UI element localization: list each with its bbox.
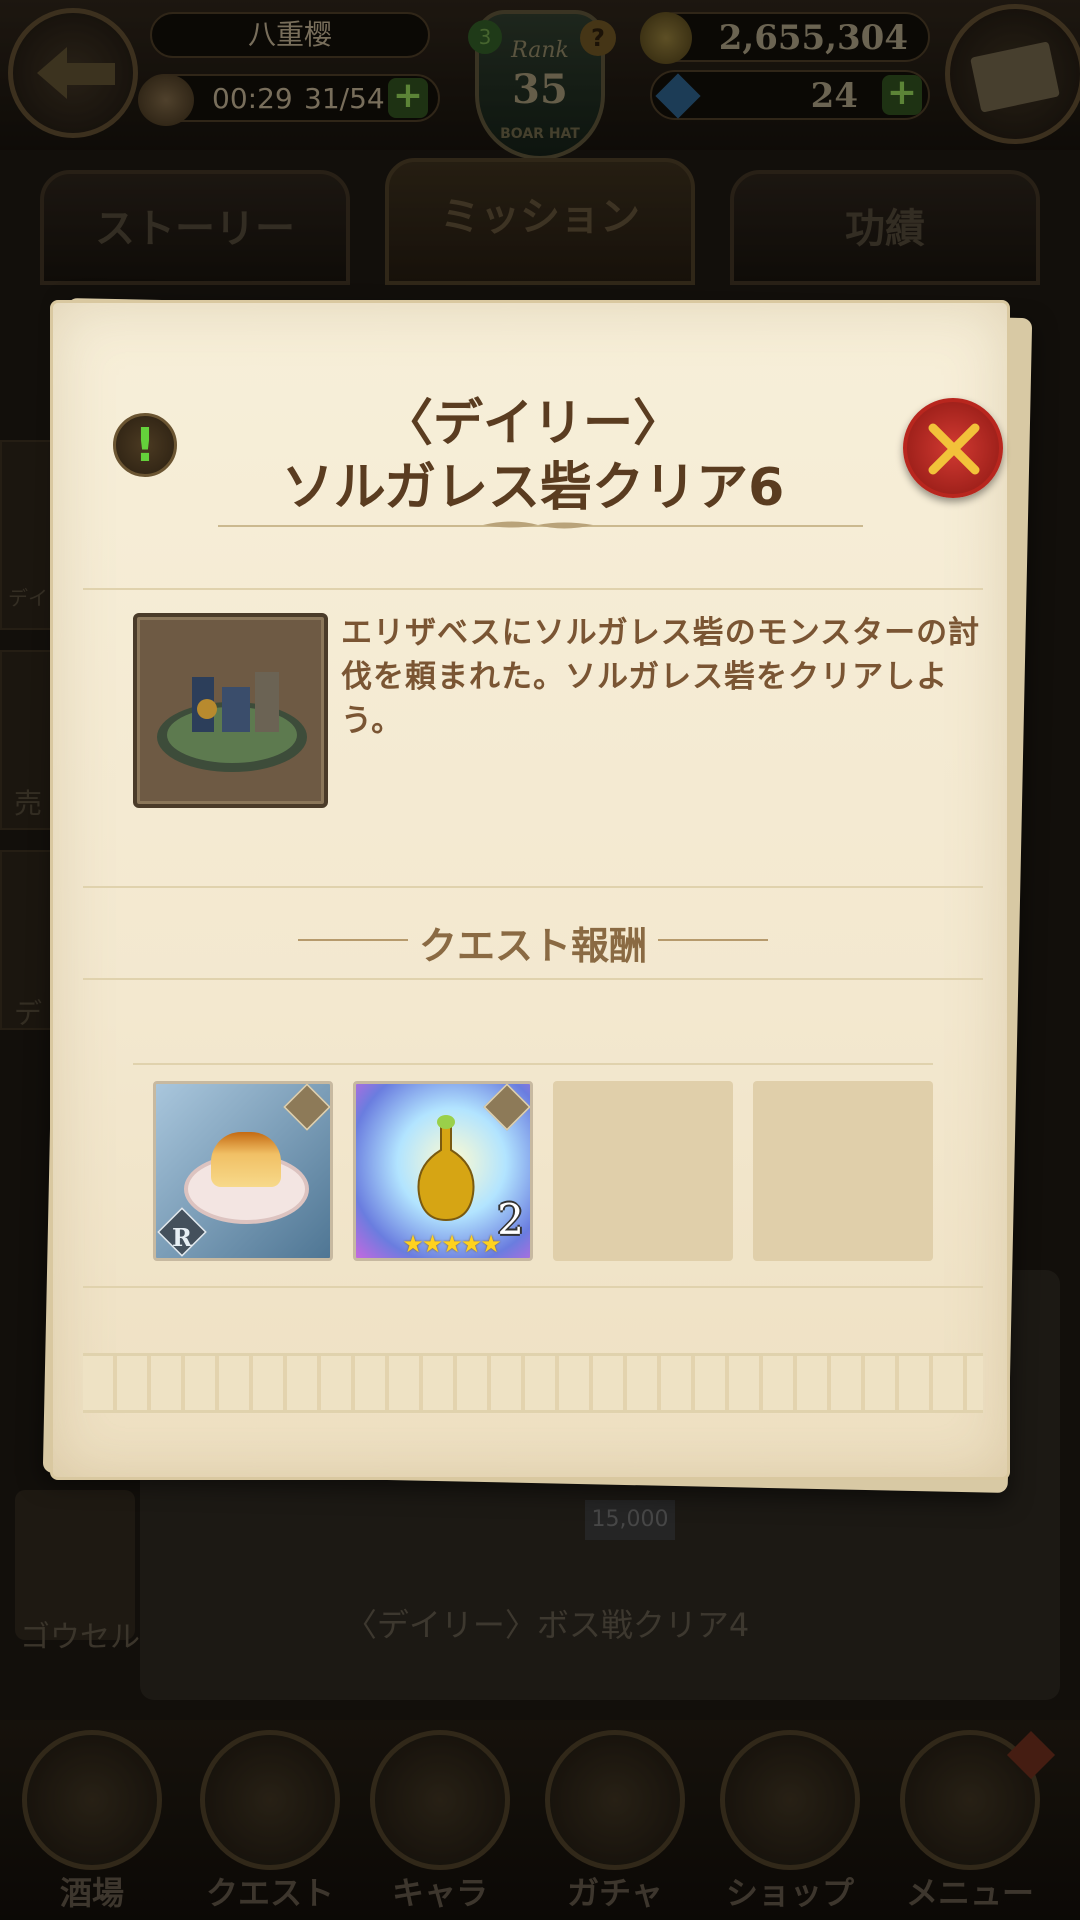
parchment: ! 〈デイリー〉 ソルガレス砦クリア6 エリザベスにソルガレス砦のモンスターの討… [50,300,1010,1480]
dialog-title: ソルガレス砦クリア6 [281,458,785,518]
reward-slot-empty [753,1081,933,1261]
food-tag-icon [283,1083,331,1131]
decorative-lace-border [83,1353,983,1413]
rarity-label: R [172,1223,192,1252]
reward-header: クエスト報酬 [53,915,1013,968]
reward-slot-pudding[interactable]: R [153,1081,333,1261]
reward-title: クエスト報酬 [418,924,647,968]
ornament-icon [483,521,593,529]
star-rating: ★★★★★ [402,1230,502,1258]
pudding-icon [211,1132,281,1187]
elixir-bottle-icon [417,1115,475,1222]
close-button[interactable] [903,398,1003,498]
item-tag-icon [483,1083,531,1131]
mission-description: エリザベスにソルガレス砦のモンスターの討伐を頼まれた。ソルガレス砦をクリアしよう… [341,615,981,739]
divider [133,1063,933,1065]
close-icon [928,423,980,475]
reward-slot-empty [553,1081,733,1261]
mission-detail-dialog: ! 〈デイリー〉 ソルガレス砦クリア6 エリザベスにソルガレス砦のモンスターの討… [40,298,1033,1493]
divider [658,939,768,941]
fortress-ruins-icon [133,613,328,808]
reward-slot-elixir[interactable]: 2 ★★★★★ [353,1081,533,1261]
